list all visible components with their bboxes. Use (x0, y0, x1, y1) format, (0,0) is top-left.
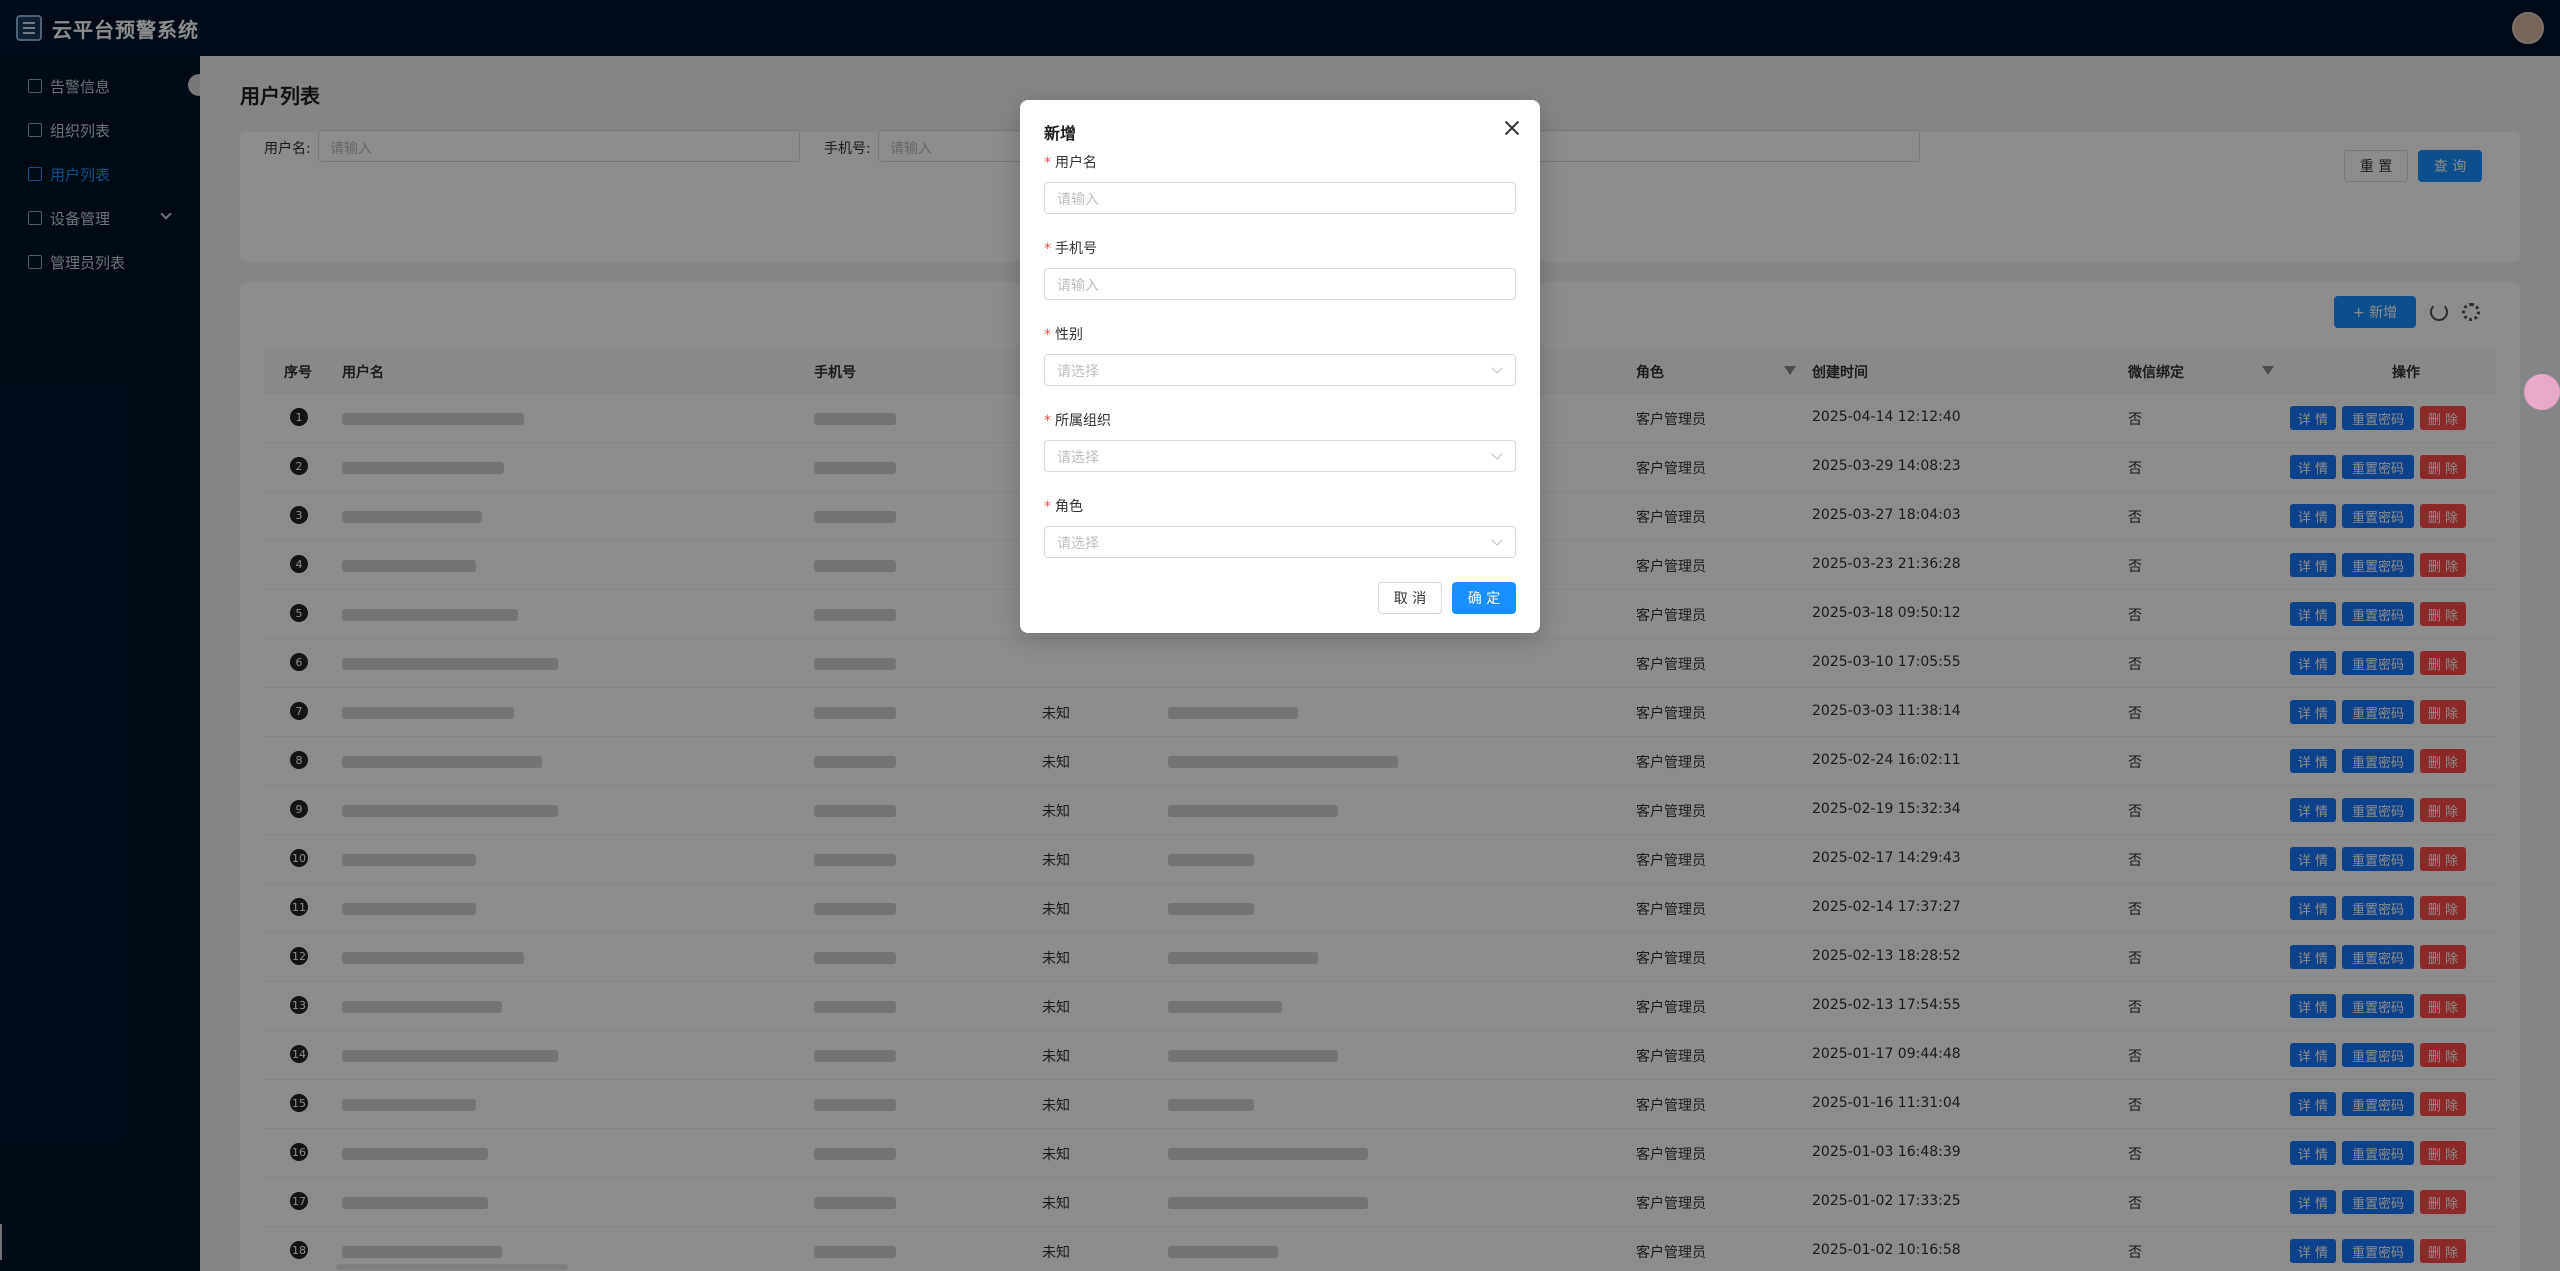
chevron-down-icon (1491, 448, 1503, 460)
chevron-down-icon (1491, 362, 1503, 374)
form-label-gender: * 性别 (1044, 327, 1083, 343)
form-label-org: * 所属组织 (1044, 413, 1111, 429)
org-select[interactable]: 请选择 (1044, 440, 1516, 472)
cancel-button[interactable]: 取 消 (1378, 582, 1442, 614)
required-mark: * (1044, 413, 1051, 429)
form-label-username: * 用户名 (1044, 155, 1097, 171)
required-mark: * (1044, 241, 1051, 257)
modal-title: 新增 (1044, 124, 1077, 143)
chevron-down-icon (1491, 534, 1503, 546)
form-label-role: * 角色 (1044, 499, 1083, 515)
confirm-button[interactable]: 确 定 (1452, 582, 1516, 614)
floating-assistant-icon[interactable] (2524, 374, 2560, 410)
gender-select[interactable]: 请选择 (1044, 354, 1516, 386)
close-icon[interactable] (1502, 118, 1522, 138)
username-field[interactable]: 请输入 (1044, 182, 1516, 214)
required-mark: * (1044, 155, 1051, 171)
role-select[interactable]: 请选择 (1044, 526, 1516, 558)
required-mark: * (1044, 327, 1051, 343)
required-mark: * (1044, 499, 1051, 515)
form-label-phone: * 手机号 (1044, 241, 1097, 257)
phone-field[interactable]: 请输入 (1044, 268, 1516, 300)
add-user-modal: 新增 * 用户名 请输入 * 手机号 请输入 * 性别 请选择 * 所属组织 请选择 *… (1020, 100, 1540, 633)
